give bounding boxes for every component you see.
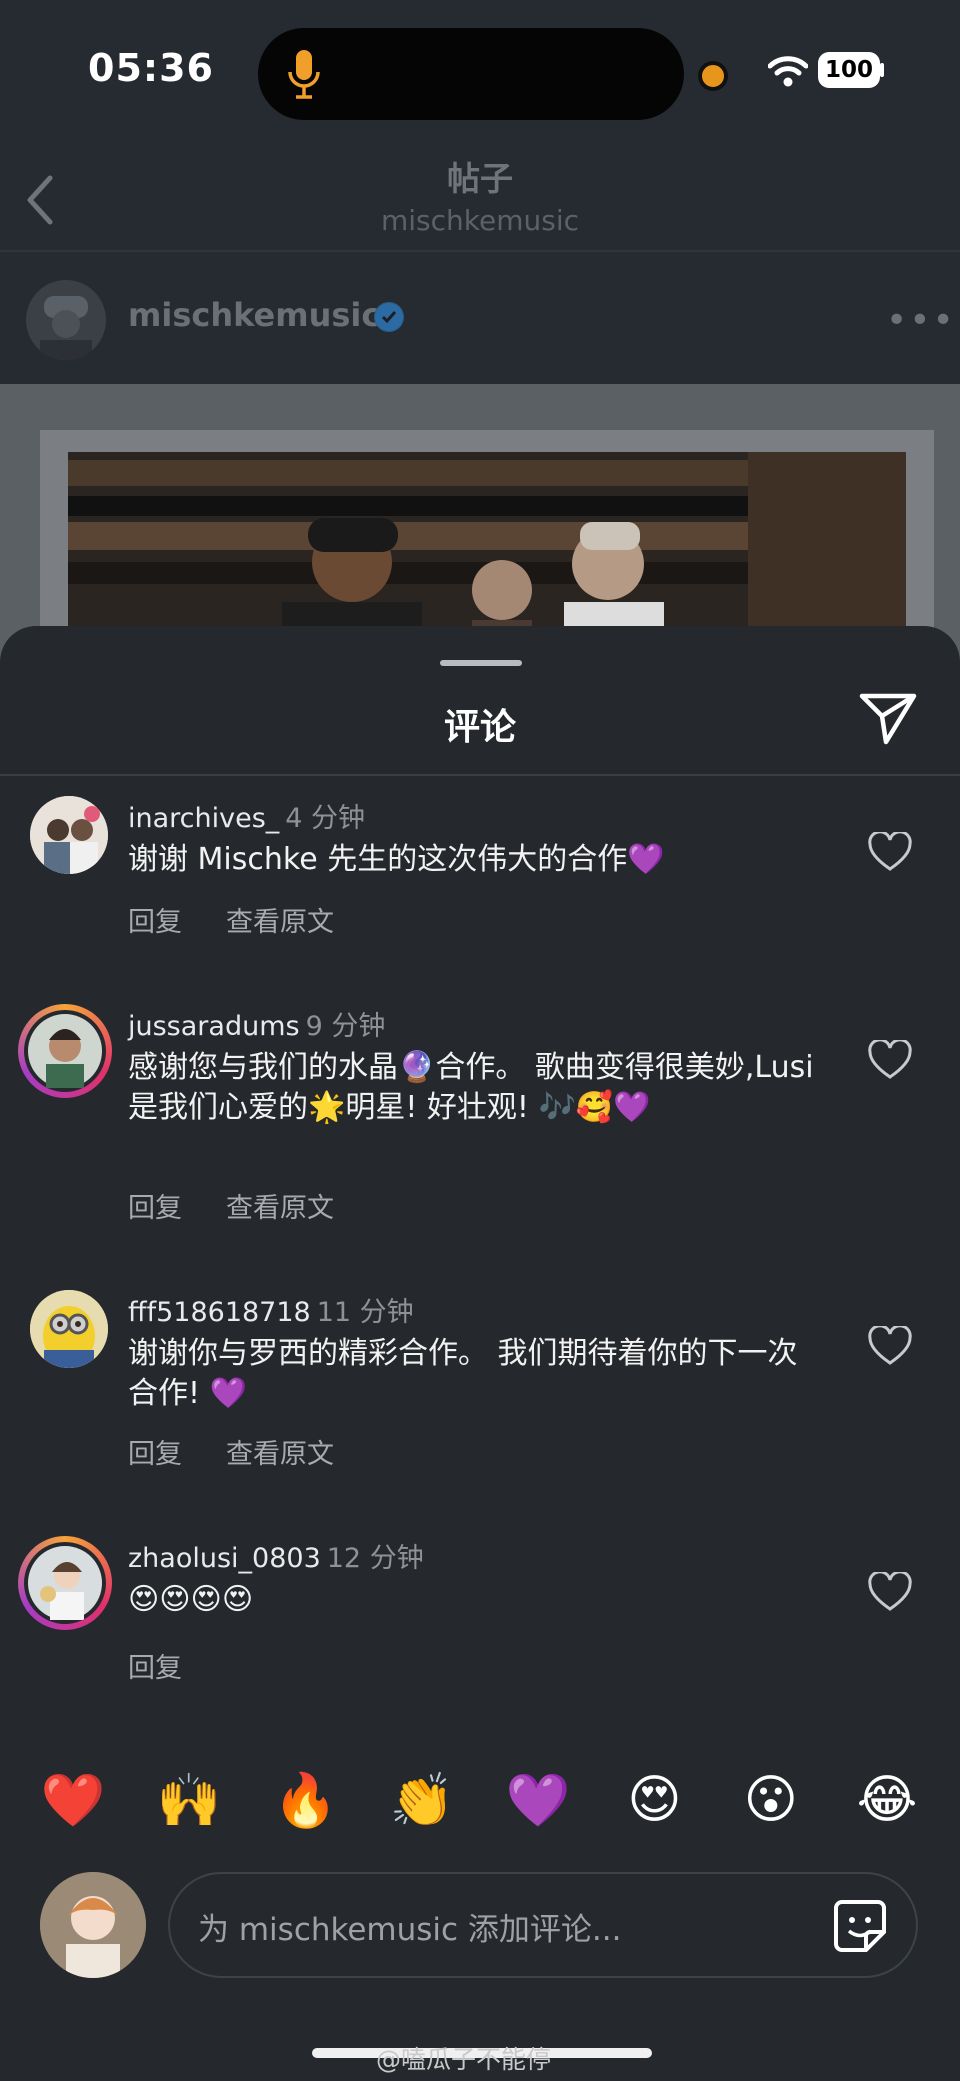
comment-time: 9 分钟 [305,1011,386,1042]
reply-button[interactable]: 回复 [128,900,182,939]
divider [0,774,960,776]
my-avatar [40,1872,146,1978]
avatar[interactable] [24,1542,106,1624]
page-subtitle: mischkemusic [380,204,579,237]
avatar[interactable] [30,1290,108,1368]
comment-author[interactable]: fff518618718 11 分钟 [128,1290,414,1329]
heart-icon[interactable] [868,832,912,872]
battery-tip [880,63,884,77]
avatar[interactable] [30,796,108,874]
post-author-avatar[interactable] [26,280,106,360]
see-original-button[interactable]: 查看原文 [226,1186,334,1225]
reaction-laughing[interactable]: 😂 [842,1770,932,1840]
sticker-icon[interactable] [832,1898,888,1954]
paper-plane-icon[interactable] [858,690,918,746]
camera-indicator [698,61,728,91]
comment-text: 😍😍😍😍 [128,1582,254,1617]
reply-button[interactable]: 回复 [128,1646,182,1685]
comment-input-placeholder[interactable]: 为 mischkemusic 添加评论... [198,1904,622,1949]
comment-author[interactable]: inarchives_ 4 分钟 [128,796,365,835]
heart-icon[interactable] [868,1326,912,1366]
avatar[interactable] [24,1010,106,1092]
watermark: @嗑瓜子不能停 [376,2045,552,2074]
heart-icon[interactable] [868,1040,912,1080]
reaction-clap[interactable]: 👏 [377,1770,467,1840]
post-author-username[interactable]: mischkemusic [128,296,380,334]
see-original-button[interactable]: 查看原文 [226,1432,334,1471]
battery-indicator: 100 [818,52,880,88]
reaction-surprised[interactable]: 😮 [726,1770,816,1840]
quick-reactions-bar: ❤️ 🙌 🔥 👏 💜 😍 😮 😂 [28,1770,932,1840]
wifi-icon [768,56,808,87]
comment-time: 4 分钟 [285,803,366,834]
verified-badge-icon [374,302,404,332]
comment-author[interactable]: zhaolusi_0803 12 分钟 [128,1536,424,1575]
divider [0,250,960,252]
comment-text: 谢谢你与罗西的精彩合作。 我们期待着你的下一次合作! 💜 [128,1336,798,1411]
reaction-raised-hands[interactable]: 🙌 [144,1770,234,1840]
heart-icon[interactable] [868,1572,912,1612]
reaction-fire[interactable]: 🔥 [261,1770,351,1840]
comment-time: 12 分钟 [326,1543,424,1574]
microphone-icon [288,50,320,99]
reply-button[interactable]: 回复 [128,1186,182,1225]
reaction-heart[interactable]: ❤️ [28,1770,118,1840]
page-title: 帖子 [447,159,513,198]
status-time: 05:36 [88,46,214,90]
comment-text: 感谢您与我们的水晶🔮合作。 歌曲变得很美妙,Lusi 是我们心爱的🌟明星! 好壮… [128,1050,814,1125]
comment-text: 谢谢 Mischke 先生的这次伟大的合作💜 [128,842,665,877]
reaction-purple-heart[interactable]: 💜 [493,1770,583,1840]
reaction-heart-eyes[interactable]: 😍 [609,1770,699,1840]
sheet-title: 评论 [443,707,516,748]
comment-time: 11 分钟 [316,1297,414,1328]
more-options-icon[interactable]: ••• [886,300,956,341]
reply-button[interactable]: 回复 [128,1432,182,1471]
sheet-drag-handle[interactable] [440,660,522,666]
see-original-button[interactable]: 查看原文 [226,900,334,939]
comment-author[interactable]: jussaradums 9 分钟 [128,1004,385,1043]
